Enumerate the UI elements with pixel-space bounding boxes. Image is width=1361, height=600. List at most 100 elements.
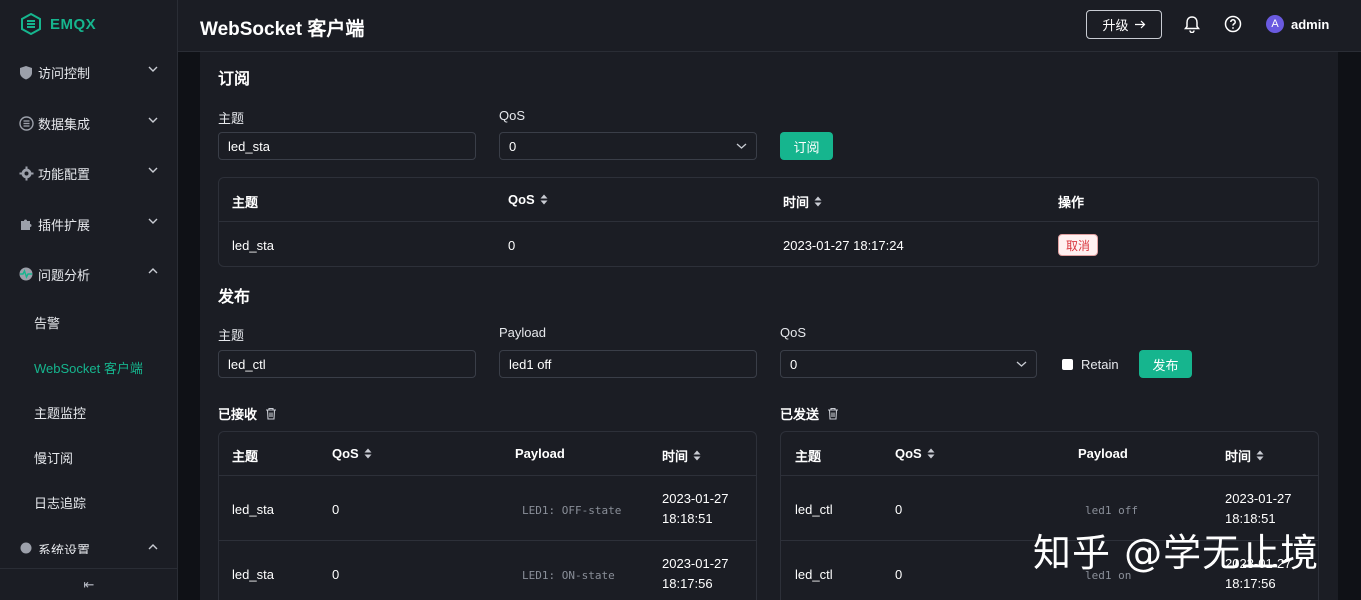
received-date: 2023-01-27 — [662, 491, 729, 506]
sidebar-item-alarms[interactable]: 告警 — [0, 304, 178, 340]
trash-icon[interactable] — [265, 407, 277, 420]
subscribe-qos-value: 0 — [509, 138, 517, 154]
unsubscribe-button[interactable]: 取消 — [1058, 234, 1099, 256]
column-header-action: 操作 — [1058, 195, 1085, 210]
settings-icon — [18, 540, 34, 554]
sidebar-item-data-integration[interactable]: 数据集成 — [0, 103, 178, 143]
publish-button[interactable]: 发布 — [1139, 350, 1192, 378]
subscribe-qos-select[interactable]: 0 — [499, 132, 757, 160]
gear-icon — [18, 165, 34, 181]
publish-qos-select[interactable]: 0 — [780, 350, 1037, 378]
sidebar-item-access-control[interactable]: 访问控制 — [0, 52, 178, 92]
publish-qos-label: QoS — [780, 325, 807, 340]
row-divider — [781, 540, 1318, 541]
sidebar-item-topic-metrics[interactable]: 主题监控 — [0, 394, 178, 430]
publish-qos-value: 0 — [790, 356, 798, 372]
sort-icon — [364, 448, 372, 459]
subscribe-qos-label: QoS — [499, 108, 526, 123]
retain-label: Retain — [1081, 357, 1119, 372]
sent-header: 已发送 — [780, 404, 839, 423]
sidebar-item-label: 访问控制 — [38, 65, 91, 81]
subscribe-button[interactable]: 订阅 — [780, 132, 833, 160]
sort-icon — [693, 450, 701, 461]
logo[interactable]: EMQX — [20, 13, 96, 35]
checkbox-box — [1062, 359, 1073, 370]
column-header-time[interactable]: 时间 — [662, 446, 701, 465]
sidebar: EMQX 访问控制 数据集成 功能配置 插件扩展 问题分析 告警 WebSock… — [0, 0, 178, 600]
chevron-up-icon — [148, 268, 158, 274]
chevron-down-icon — [148, 66, 158, 72]
sort-icon — [540, 194, 548, 205]
publish-topic-input[interactable]: led_ctl — [218, 350, 476, 378]
column-header-payload: Payload — [1078, 446, 1128, 461]
chevron-down-icon — [148, 117, 158, 123]
sent-date: 2023-01-27 — [1225, 491, 1292, 506]
sidebar-item-plugins[interactable]: 插件扩展 — [0, 204, 178, 244]
received-time: 18:17:56 — [662, 576, 713, 591]
websocket-client-panel: 订阅 主题 led_sta QoS 0 订阅 主题 QoS 时间 操作 led_… — [200, 52, 1338, 600]
logo-text: EMQX — [50, 15, 97, 33]
sidebar-collapse-button[interactable]: ⇤ — [0, 568, 178, 600]
sort-icon — [927, 448, 935, 459]
sent-topic: led_ctl — [795, 502, 833, 517]
upgrade-button[interactable]: 升级 — [1086, 10, 1162, 39]
publish-payload-input[interactable]: led1 off — [499, 350, 757, 378]
chevron-up-icon — [148, 544, 158, 550]
column-header-time[interactable]: 时间 — [1225, 446, 1264, 465]
pulse-icon — [18, 266, 34, 282]
sidebar-item-label: 问题分析 — [38, 267, 91, 283]
sidebar-item-websocket-client[interactable]: WebSocket 客户端 — [0, 349, 178, 385]
emqx-logo-icon — [21, 13, 41, 35]
sent-date: 2023-01-27 — [1225, 556, 1292, 571]
sort-icon — [1256, 450, 1264, 461]
subscribe-section-title: 订阅 — [218, 71, 251, 88]
column-header-qos[interactable]: QoS — [508, 192, 548, 207]
top-header: WebSocket 客户端 升级 A admin — [178, 0, 1361, 52]
sidebar-item-label: 功能配置 — [38, 166, 91, 182]
sidebar-item-system-settings[interactable]: 系统设置 — [0, 532, 178, 554]
sent-time: 18:18:51 — [1225, 511, 1276, 526]
received-topic: led_sta — [232, 502, 274, 517]
sent-qos: 0 — [895, 502, 903, 517]
received-messages-table: 主题 QoS Payload 时间 led_sta 0 LED1: OFF-st… — [218, 431, 757, 600]
help-icon[interactable] — [1224, 15, 1242, 33]
sidebar-item-diagnose[interactable]: 问题分析 — [0, 254, 178, 294]
page-title: WebSocket 客户端 — [200, 19, 365, 40]
sidebar-item-log-trace[interactable]: 日志追踪 — [0, 484, 178, 520]
subscription-qos: 0 — [508, 238, 516, 253]
sidebar-item-label: 数据集成 — [38, 116, 91, 132]
upgrade-label: 升级 — [1102, 18, 1129, 33]
chevron-down-icon — [736, 143, 747, 149]
chevron-down-icon — [148, 167, 158, 173]
sent-qos: 0 — [895, 567, 903, 582]
received-header: 已接收 — [218, 404, 277, 423]
received-date: 2023-01-27 — [662, 556, 729, 571]
sidebar-item-configuration[interactable]: 功能配置 — [0, 153, 178, 193]
sent-payload: led1 on — [1085, 569, 1132, 582]
retain-checkbox[interactable]: Retain — [1062, 357, 1119, 372]
column-header-qos[interactable]: QoS — [332, 446, 372, 461]
sidebar-item-slow-subscriptions[interactable]: 慢订阅 — [0, 439, 178, 475]
user-menu[interactable]: A admin — [1266, 15, 1329, 33]
sent-title: 已发送 — [780, 407, 820, 422]
bell-icon[interactable] — [1184, 15, 1200, 33]
chevron-down-icon — [1016, 361, 1027, 367]
column-header-topic: 主题 — [232, 449, 259, 464]
collapse-icon: ⇤ — [83, 576, 95, 592]
row-divider — [219, 221, 1318, 222]
column-header-time[interactable]: 时间 — [783, 192, 822, 211]
sidebar-item-label: 系统设置 — [38, 543, 91, 554]
row-divider — [781, 475, 1318, 476]
column-header-qos[interactable]: QoS — [895, 446, 935, 461]
arrow-right-icon — [1134, 20, 1145, 29]
publish-payload-label: Payload — [499, 325, 546, 340]
received-payload: LED1: ON-state — [522, 569, 615, 582]
shield-icon — [18, 64, 34, 80]
received-qos: 0 — [332, 502, 340, 517]
column-header-topic: 主题 — [795, 449, 822, 464]
subscription-topic: led_sta — [232, 238, 274, 253]
trash-icon[interactable] — [827, 407, 839, 420]
publish-section-title: 发布 — [218, 289, 251, 306]
subscribe-topic-input[interactable]: led_sta — [218, 132, 476, 160]
received-payload: LED1: OFF-state — [522, 504, 622, 517]
